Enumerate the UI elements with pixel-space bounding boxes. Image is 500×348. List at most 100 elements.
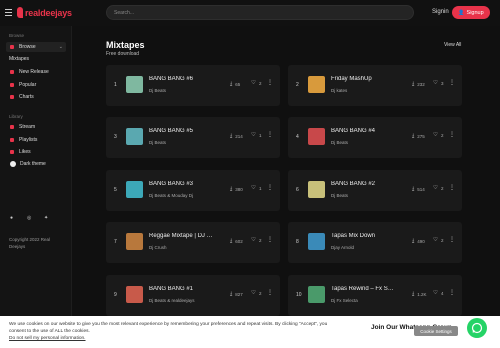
like-button[interactable]: ♡ 2 [433, 237, 443, 243]
logo[interactable]: realdeejays [17, 7, 72, 18]
rank-number: 8 [296, 239, 299, 245]
mixtape-artist[interactable]: Dj Fx Selecta [331, 298, 406, 303]
view-all-link[interactable]: View All [444, 42, 461, 48]
cover-image[interactable] [126, 286, 143, 303]
like-button[interactable]: ♡ 1 [251, 132, 261, 138]
heart-icon: ♡ [251, 80, 256, 86]
mixtape-title[interactable]: BANG BANG #5 [149, 128, 224, 134]
sidebar-item-playlists[interactable]: Playlists [6, 135, 66, 145]
mixtape-card[interactable]: 5 BANG BANG #3 Dj Beats & Mouday Dj ⤓ 380… [106, 170, 280, 211]
mixtape-title[interactable]: BANG BANG #1 [149, 286, 224, 292]
mixtape-title[interactable]: BANG BANG #4 [331, 128, 406, 134]
menu-icon[interactable] [5, 9, 12, 16]
signin-link[interactable]: Signin [432, 9, 449, 15]
download-count[interactable]: ⤓ 275 [412, 133, 425, 139]
more-options-icon[interactable]: ⋮ [267, 131, 273, 138]
cover-image[interactable] [126, 233, 143, 250]
mixtape-card[interactable]: 9 BANG BANG #1 Dj Beats & realdeejays ⤓ 8… [106, 275, 280, 316]
search-input[interactable] [106, 5, 414, 20]
more-options-icon[interactable]: ⋮ [449, 184, 455, 191]
sidebar-item-popular[interactable]: Popular [6, 80, 66, 90]
download-count[interactable]: ⤓ 1.2K [412, 291, 426, 297]
mixtape-artist[interactable]: Dj Crush [149, 245, 224, 250]
cover-image[interactable] [308, 233, 325, 250]
cover-image[interactable] [126, 181, 143, 198]
more-options-icon[interactable]: ⋮ [267, 289, 273, 296]
mixtape-card[interactable]: 7 Reggae Mixtape | DJ … Dj Crush ⤓ 602 ♡ 2… [106, 222, 280, 263]
toggle-icon [10, 161, 16, 167]
mixtape-artist[interactable]: Dj Beats & realdeejays [149, 298, 224, 303]
cover-image[interactable] [126, 76, 143, 93]
sidebar-item-mixtapes[interactable]: Mixtapes [9, 56, 29, 62]
more-options-icon[interactable]: ⋮ [267, 236, 273, 243]
download-count[interactable]: ⤓ 514 [412, 186, 425, 192]
sidebar-item-charts[interactable]: Charts [6, 92, 66, 102]
mixtape-card[interactable]: 8 Tapas Mix Down Djay Arnold ⤓ 490 ♡ 2 ⋮ [288, 222, 462, 263]
like-button[interactable]: ♡ 2 [251, 80, 261, 86]
mixtape-title[interactable]: Friday MashUp [331, 76, 406, 82]
like-button[interactable]: ♡ 1 [251, 185, 261, 191]
sidebar-item-likes[interactable]: Likes [6, 147, 66, 157]
mixtape-title[interactable]: BANG BANG #6 [149, 76, 224, 82]
mixtape-title[interactable]: Tapas Rewind – Fx S… [331, 286, 406, 292]
mixtape-title[interactable]: BANG BANG #2 [331, 181, 406, 187]
more-options-icon[interactable]: ⋮ [449, 236, 455, 243]
cover-image[interactable] [308, 181, 325, 198]
signup-button[interactable]: 👤 Signup [452, 6, 490, 19]
like-button[interactable]: ♡ 4 [433, 290, 443, 296]
download-count[interactable]: ⤓ 65 [230, 81, 240, 87]
cookie-settings-button[interactable]: Cookie Settings [414, 326, 458, 336]
like-button[interactable]: ♡ 2 [251, 237, 261, 243]
more-options-icon[interactable]: ⋮ [267, 79, 273, 86]
download-count[interactable]: ⤓ 827 [230, 291, 243, 297]
download-icon: ⤓ [230, 133, 233, 139]
cover-image[interactable] [308, 128, 325, 145]
mixtape-artist[interactable]: Dj Beats [149, 140, 224, 145]
mixtape-artist[interactable]: Dj Beats [331, 193, 406, 198]
mixtape-card[interactable]: 3 BANG BANG #5 Dj Beats ⤓ 214 ♡ 1 ⋮ [106, 117, 280, 158]
mixtape-title[interactable]: Reggae Mixtape | DJ … [149, 233, 224, 239]
more-options-icon[interactable]: ⋮ [449, 131, 455, 138]
mixtape-artist[interactable]: Dj Beats [331, 140, 406, 145]
sidebar-item-browse[interactable]: Browse ⌄ [6, 42, 66, 52]
download-count[interactable]: ⤓ 232 [412, 81, 425, 87]
mixtape-artist[interactable]: Djay Arnold [331, 245, 406, 250]
sidebar-item-new-release[interactable]: New Release [6, 67, 66, 77]
mixtape-card[interactable]: 10 Tapas Rewind – Fx S… Dj Fx Selecta ⤓ 1… [288, 275, 462, 316]
sidebar-item-stream[interactable]: Stream [6, 122, 66, 132]
dark-theme-toggle[interactable]: Dark theme [6, 159, 66, 169]
cover-image[interactable] [308, 76, 325, 93]
rank-number: 10 [296, 292, 302, 298]
download-count[interactable]: ⤓ 214 [230, 133, 243, 139]
mixtape-card[interactable]: 6 BANG BANG #2 Dj Beats ⤓ 514 ♡ 2 ⋮ [288, 170, 462, 211]
rank-number: 6 [296, 187, 299, 193]
like-button[interactable]: ♡ 2 [251, 290, 261, 296]
mixtape-title[interactable]: Tapas Mix Down [331, 233, 406, 239]
whatsapp-button[interactable] [467, 318, 487, 338]
mixtape-artist[interactable]: Dj kates [331, 88, 406, 93]
more-options-icon[interactable]: ⋮ [267, 184, 273, 191]
download-count[interactable]: ⤓ 380 [230, 186, 243, 192]
download-count-value: 65 [235, 81, 241, 87]
more-options-icon[interactable]: ⋮ [449, 79, 455, 86]
download-count[interactable]: ⤓ 490 [412, 238, 425, 244]
download-count[interactable]: ⤓ 602 [230, 238, 243, 244]
like-button[interactable]: ♡ 2 [433, 132, 443, 138]
do-not-sell-link[interactable]: Do not sell my personal information. [9, 336, 86, 341]
mixtape-artist[interactable]: Dj Beats & Mouday Dj [149, 193, 224, 198]
instagram-icon[interactable]: ◎ [27, 215, 31, 221]
cover-image[interactable] [308, 286, 325, 303]
mixtape-card[interactable]: 4 BANG BANG #4 Dj Beats ⤓ 275 ♡ 2 ⋮ [288, 117, 462, 158]
facebook-icon[interactable]: ● [10, 215, 13, 221]
mixtape-artist[interactable]: Dj Beats [149, 88, 224, 93]
like-button[interactable]: ♡ 2 [433, 185, 443, 191]
mixtape-card[interactable]: 1 BANG BANG #6 Dj Beats ⤓ 65 ♡ 2 ⋮ [106, 65, 280, 106]
twitter-icon[interactable]: ✦ [44, 215, 48, 221]
download-icon: ⤓ [412, 186, 415, 192]
mixtape-card[interactable]: 2 Friday MashUp Dj kates ⤓ 232 ♡ 3 ⋮ [288, 65, 462, 106]
mixtape-title[interactable]: BANG BANG #3 [149, 181, 224, 187]
like-button[interactable]: ♡ 3 [433, 80, 443, 86]
more-options-icon[interactable]: ⋮ [449, 289, 455, 296]
top-bar: realdeejays Signin 👤 Signup [0, 0, 500, 26]
cover-image[interactable] [126, 128, 143, 145]
